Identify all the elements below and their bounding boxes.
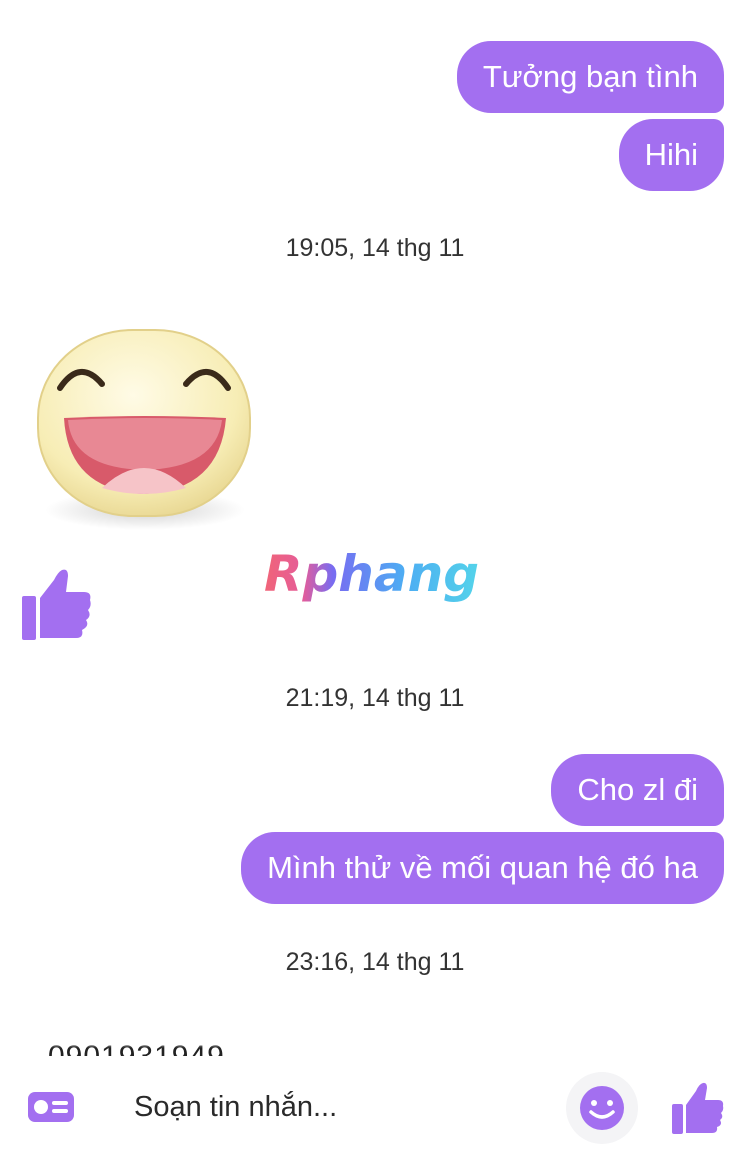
thumbs-up-icon[interactable]	[20, 566, 94, 642]
thumbs-up-icon	[672, 1082, 724, 1134]
laughing-face-sticker[interactable]	[30, 318, 260, 538]
message-timestamp: 23:16, 14 thg 11	[285, 948, 465, 976]
sent-message-bubble[interactable]: Tưởng bạn tình	[456, 41, 724, 113]
sent-message-bubble[interactable]: Hihi	[618, 119, 724, 191]
chat-screen: Tưởng bạn tình Hihi 19:05, 14 thg 11 Rph…	[0, 0, 750, 1154]
message-input[interactable]	[122, 1078, 542, 1136]
message-timestamp: 19:05, 14 thg 11	[285, 234, 465, 262]
message-timestamp: 21:19, 14 thg 11	[285, 684, 465, 712]
message-composer	[0, 1060, 750, 1154]
partial-received-message: 0901931949	[38, 1022, 258, 1056]
emoji-button[interactable]	[566, 1072, 638, 1144]
contact-card-icon[interactable]	[26, 1088, 76, 1126]
watermark-text: Rphang	[264, 545, 479, 603]
sent-message-bubble[interactable]: Cho zl đi	[551, 754, 724, 826]
send-like-button[interactable]	[670, 1080, 726, 1136]
sent-message-bubble[interactable]: Mình thử về mối quan hệ đó ha	[241, 832, 724, 904]
message-clip-overlay	[38, 1022, 258, 1048]
smiley-icon	[580, 1086, 624, 1130]
watermark-logo: Rphang	[260, 545, 500, 605]
